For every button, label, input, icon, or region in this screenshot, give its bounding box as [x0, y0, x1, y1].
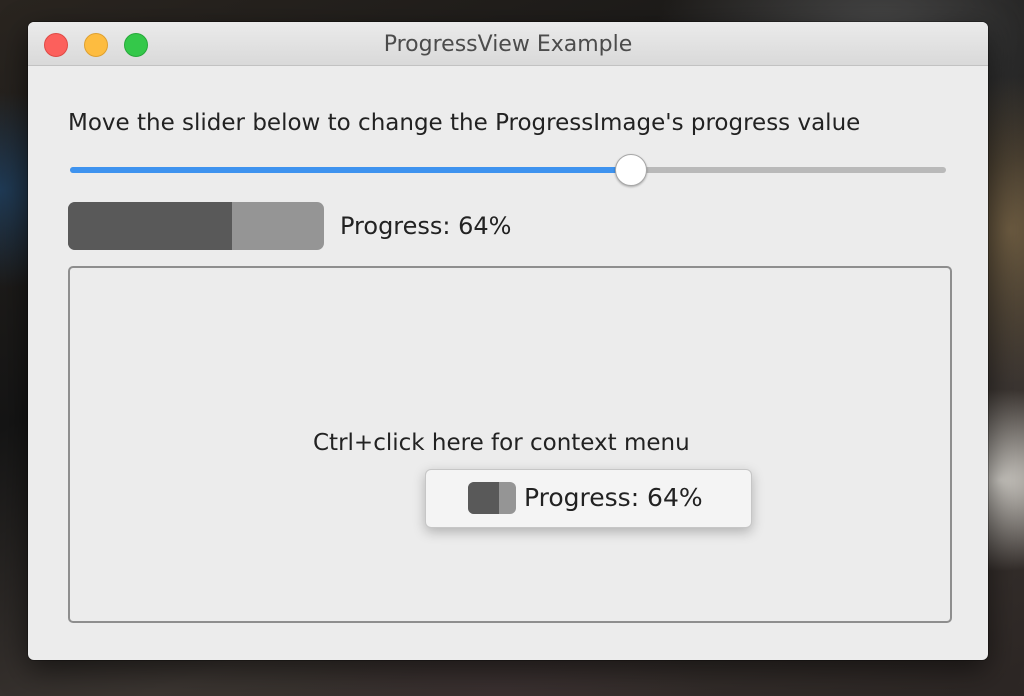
- context-menu-item-progress[interactable]: Progress: 64%: [524, 483, 703, 512]
- window-title: ProgressView Example: [383, 32, 633, 57]
- progress-image-icon: [468, 482, 516, 514]
- minimize-window-button[interactable]: [84, 33, 108, 57]
- context-menu: Progress: 64%: [425, 469, 752, 528]
- progress-slider[interactable]: [70, 154, 946, 186]
- context-menu-hint: Ctrl+click here for context menu: [313, 430, 690, 456]
- title-bar[interactable]: ProgressView Example: [28, 22, 988, 66]
- progress-image: [68, 202, 324, 250]
- progress-icon-fill: [468, 482, 499, 514]
- close-window-button[interactable]: [44, 33, 68, 57]
- app-window: ProgressView Example Move the slider bel…: [28, 22, 988, 660]
- slider-thumb[interactable]: [614, 154, 647, 186]
- progress-label: Progress: 64%: [340, 212, 512, 240]
- instruction-text: Move the slider below to change the Prog…: [68, 110, 861, 136]
- zoom-window-button[interactable]: [124, 33, 148, 57]
- slider-fill: [70, 167, 631, 173]
- progress-image-fill: [68, 202, 232, 250]
